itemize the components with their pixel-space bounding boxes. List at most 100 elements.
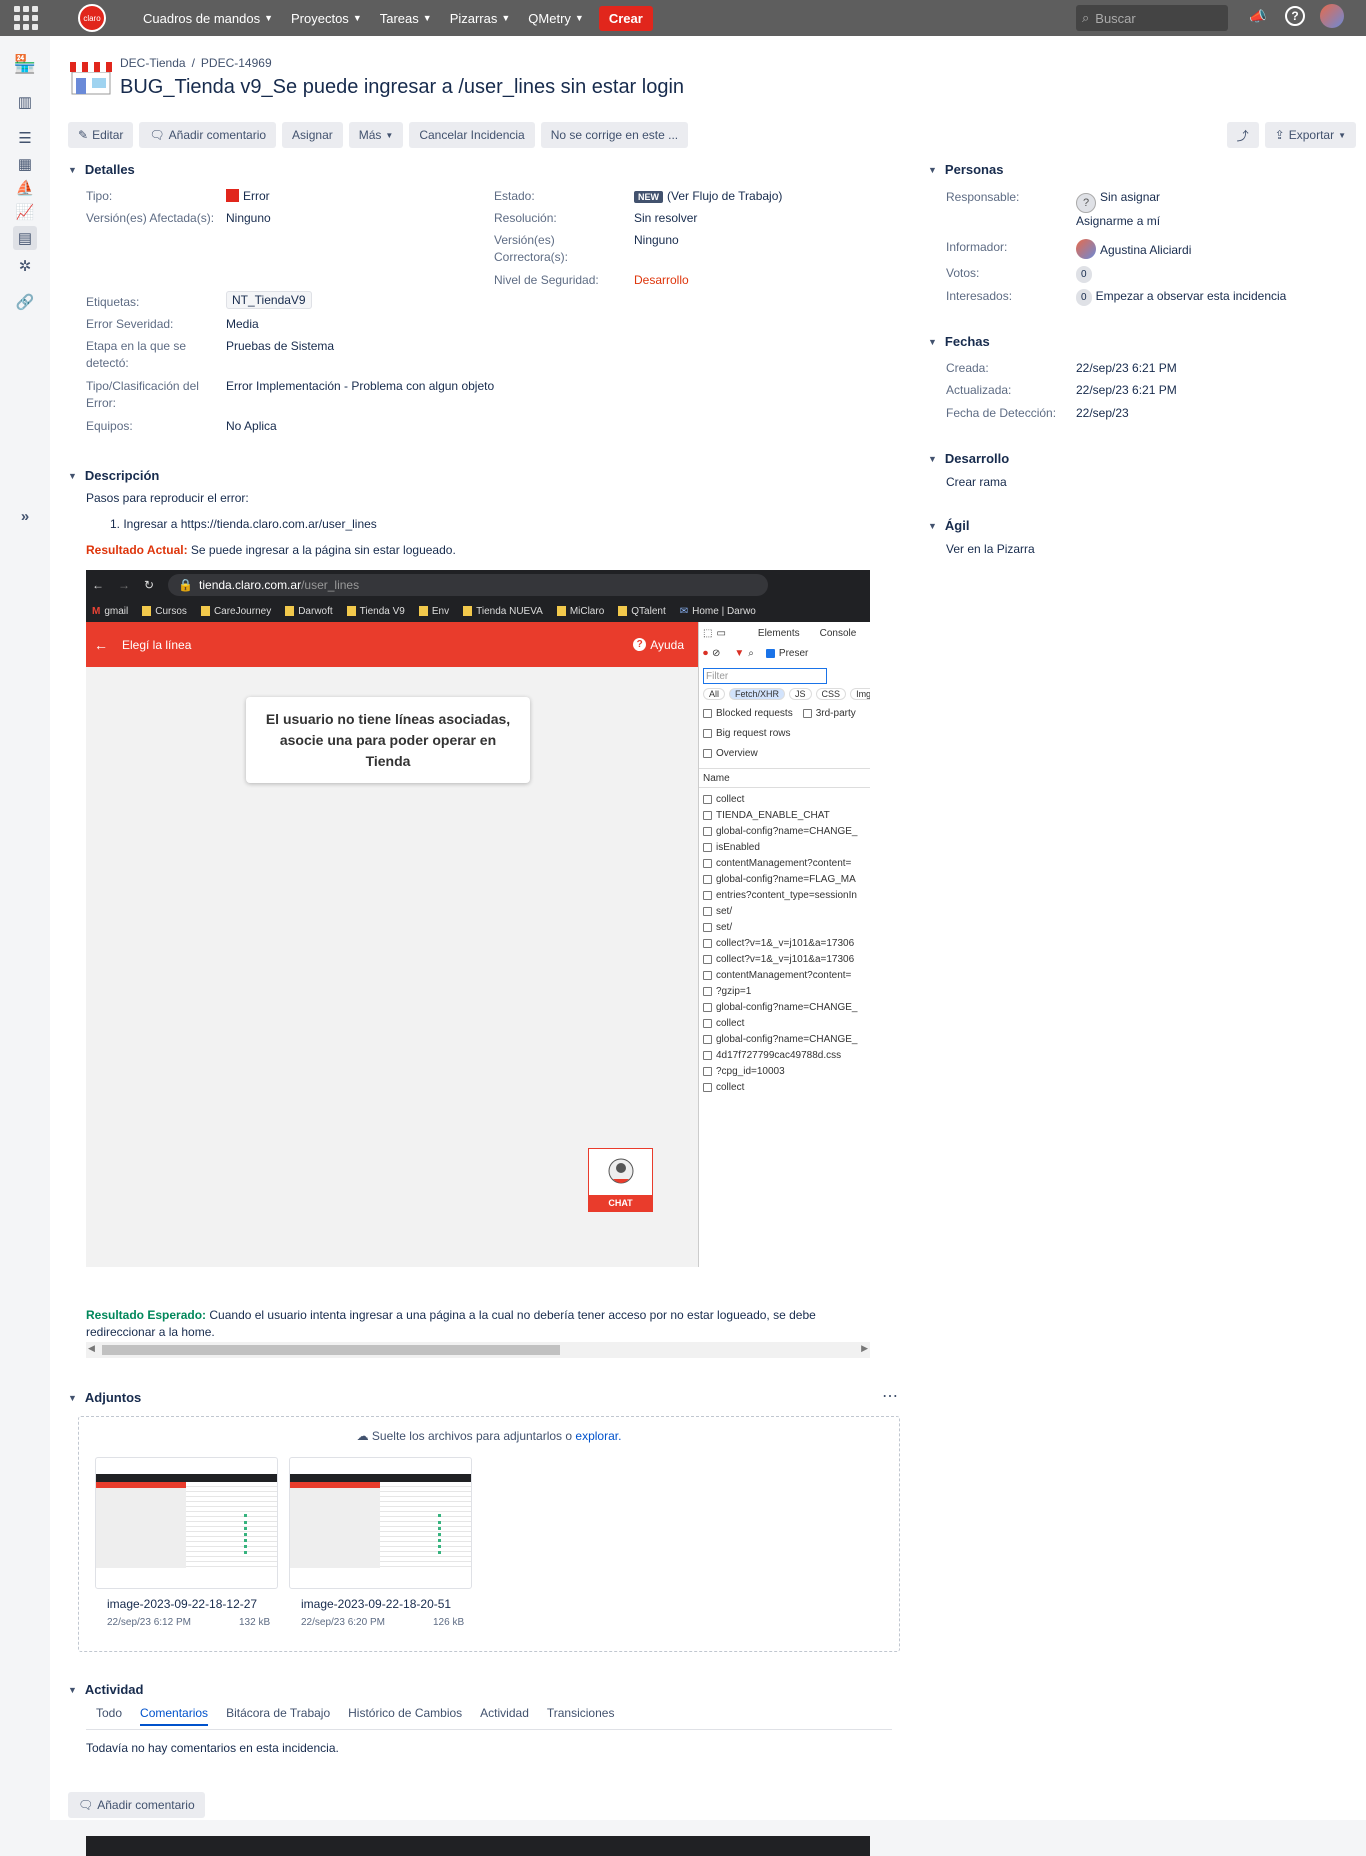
- agile-heading[interactable]: ▼ Ágil: [928, 518, 969, 533]
- request-name: TIENDA_ENABLE_CHAT: [716, 810, 830, 821]
- browse-link[interactable]: explorar.: [575, 1429, 621, 1443]
- assign-button[interactable]: Asignar: [282, 122, 343, 148]
- board-icon[interactable]: ▦: [13, 152, 37, 176]
- classification-label: Tipo/Clasificación del Error:: [86, 379, 199, 410]
- reports-icon[interactable]: 📈: [13, 200, 37, 224]
- people-heading[interactable]: ▼ Personas: [928, 162, 1003, 177]
- logo-text: claro: [83, 13, 101, 23]
- components-icon[interactable]: ✲: [13, 254, 37, 278]
- tab-worklog[interactable]: Bitácora de Trabajo: [226, 1706, 330, 1726]
- development-heading[interactable]: ▼ Desarrollo: [928, 451, 1009, 466]
- search-icon: ⌕: [1082, 10, 1090, 25]
- status-badge[interactable]: NEW: [634, 191, 663, 203]
- releases-icon[interactable]: ⛵: [13, 176, 37, 200]
- project-store-icon[interactable]: 🏪: [13, 52, 37, 76]
- export-label: Exportar: [1288, 128, 1335, 142]
- affected-version-value: Ninguno: [226, 211, 271, 225]
- cancel-issue-button[interactable]: Cancelar Incidencia: [409, 122, 535, 148]
- tab-history[interactable]: Histórico de Cambios: [348, 1706, 462, 1726]
- create-branch-link[interactable]: Crear rama: [946, 474, 1007, 491]
- inspect-icon: ⬚: [703, 628, 713, 639]
- add-comment-button[interactable]: 🗨 Añadir comentario: [139, 122, 277, 148]
- description-heading[interactable]: ▼ Descripción: [68, 468, 159, 483]
- bookmarks-bar: Mgmail Cursos CareJourney Darwoft Tienda…: [86, 600, 870, 622]
- scroll-right-icon[interactable]: ▶: [861, 1343, 868, 1354]
- expand-sidebar-icon[interactable]: »: [13, 504, 37, 528]
- attachment-thumbnail[interactable]: [289, 1457, 472, 1589]
- created-label: Creada:: [946, 361, 989, 375]
- folder-icon: [418, 606, 428, 616]
- user-avatar[interactable]: [1320, 4, 1344, 28]
- forward-icon: →: [118, 578, 130, 592]
- issues-icon[interactable]: ▤: [13, 226, 37, 250]
- scroll-left-icon[interactable]: ◀: [88, 1343, 95, 1354]
- votes-count[interactable]: 0: [1076, 266, 1092, 283]
- attachments-heading[interactable]: ▼ Adjuntos: [68, 1390, 141, 1405]
- thumb-chrome: [96, 1474, 277, 1482]
- nav-tasks[interactable]: Tareas ▼: [371, 0, 441, 36]
- request-name: ?gzip=1: [716, 986, 752, 997]
- tab-transitions[interactable]: Transiciones: [547, 1706, 615, 1726]
- breadcrumb-project[interactable]: DEC-Tienda: [120, 56, 186, 70]
- tab-activity[interactable]: Actividad: [480, 1706, 529, 1726]
- nav-label: Tareas: [379, 10, 419, 26]
- details-heading[interactable]: ▼ Detalles: [68, 162, 135, 177]
- attachment-name[interactable]: image-2023-09-22-18-20-51: [301, 1597, 461, 1611]
- backlog-icon[interactable]: ☰: [13, 126, 37, 150]
- attachment-thumbnail[interactable]: [95, 1457, 278, 1589]
- embedded-screenshot[interactable]: ← → ↻ 🔒 tienda.claro.com.ar/user_lines Mg…: [86, 570, 870, 1267]
- tab-all[interactable]: Todo: [96, 1706, 122, 1726]
- bookmark: MiClaro: [556, 606, 604, 617]
- checkbox: [703, 1019, 712, 1028]
- watch-link[interactable]: Empezar a observar esta incidencia: [1096, 289, 1287, 303]
- dates-heading[interactable]: ▼ Fechas: [928, 334, 990, 349]
- search-input[interactable]: ⌕ Buscar: [1076, 5, 1228, 31]
- create-button[interactable]: Crear: [598, 5, 653, 31]
- reporter-text[interactable]: Agustina Aliciardi: [1100, 243, 1191, 257]
- tab-comments[interactable]: Comentarios: [140, 1706, 209, 1726]
- scrollbar-thumb[interactable]: [102, 1345, 560, 1355]
- label-tag[interactable]: NT_TiendaV9: [226, 291, 312, 309]
- view-on-board-link[interactable]: Ver en la Pizarra: [946, 541, 1035, 558]
- issue-title[interactable]: BUG_Tienda v9_Se puede ingresar a /user_…: [120, 76, 684, 99]
- app-switcher-icon[interactable]: [14, 6, 38, 30]
- checkbox: [703, 971, 712, 980]
- attachments-dropzone[interactable]: ☁ Suelte los archivos para adjuntarlos o…: [78, 1416, 900, 1652]
- add-comment-footer-button[interactable]: 🗨 Añadir comentario: [68, 1792, 205, 1818]
- activity-heading[interactable]: ▼ Actividad: [68, 1682, 143, 1697]
- watchers-value: 0 Empezar a observar esta incidencia: [1076, 288, 1286, 306]
- megaphone-icon[interactable]: 📣: [1246, 4, 1270, 28]
- horizontal-scrollbar[interactable]: ◀ ▶: [86, 1342, 870, 1358]
- link-icon[interactable]: 🔗: [13, 290, 37, 314]
- checkbox: [703, 795, 712, 804]
- no-comments-text: Todavía no hay comentarios en esta incid…: [86, 1741, 339, 1755]
- resolution-value: Sin resolver: [634, 211, 698, 225]
- nav-projects[interactable]: Proyectos ▼: [282, 0, 371, 36]
- nav-dashboards[interactable]: Cuadros de mandos ▼: [134, 0, 282, 36]
- chat-label: CHAT: [589, 1195, 652, 1211]
- wont-fix-button[interactable]: No se corrige en este ...: [540, 122, 689, 148]
- search-placeholder: Buscar: [1095, 10, 1136, 26]
- checkbox: [703, 709, 712, 718]
- assign-to-me-link[interactable]: Asignarme a mí: [1076, 213, 1160, 230]
- workflow-link[interactable]: (Ver Flujo de Trabajo): [667, 189, 782, 203]
- more-options-icon[interactable]: ⋯: [882, 1386, 898, 1406]
- share-button[interactable]: ⤴: [1226, 122, 1259, 148]
- chevron-down-icon: ▼: [352, 13, 362, 23]
- more-button[interactable]: Más ▼: [348, 122, 404, 148]
- export-button[interactable]: ⇪ Exportar ▼: [1264, 122, 1356, 148]
- claro-logo[interactable]: claro: [78, 4, 106, 32]
- help-icon[interactable]: ?: [1285, 6, 1305, 26]
- edit-button[interactable]: ✎ Editar: [68, 122, 134, 148]
- empty-message: El usuario no tiene líneas asociadas, as…: [265, 710, 511, 769]
- request-row: isEnabled: [703, 842, 760, 853]
- tab-elements: Elements: [757, 628, 800, 639]
- request-name: 4d17f727799cac49788d.css: [716, 1050, 842, 1061]
- votes-label: Votos:: [946, 266, 980, 280]
- nav-qmetry[interactable]: QMetry ▼: [519, 0, 593, 36]
- nav-boards[interactable]: Pizarras ▼: [441, 0, 520, 36]
- roadmap-icon[interactable]: ▥: [13, 90, 37, 114]
- thirdparty-label: 3rd-party: [815, 708, 856, 719]
- breadcrumb-issue-key[interactable]: PDEC-14969: [201, 56, 272, 70]
- attachment-name[interactable]: image-2023-09-22-18-12-27: [107, 1597, 267, 1611]
